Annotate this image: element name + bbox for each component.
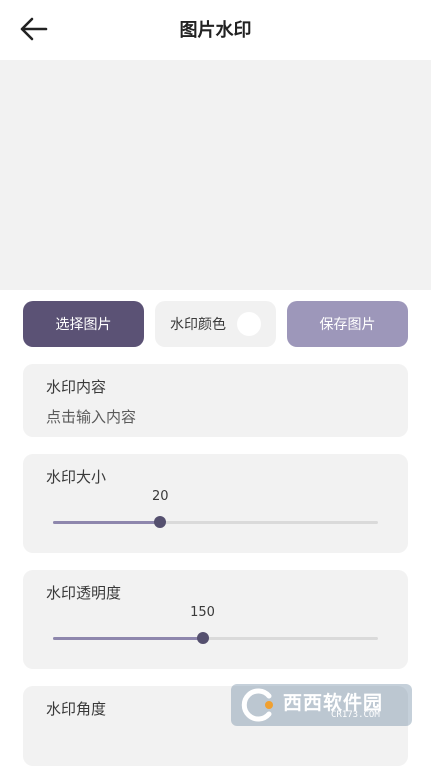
site-watermark-subtext: CR173.COM <box>331 710 380 720</box>
watermark-color-label: 水印颜色 <box>170 317 226 333</box>
slider-thumb[interactable] <box>196 632 209 644</box>
watermark-opacity-slider[interactable]: 150 <box>53 605 378 651</box>
slider-thumb[interactable] <box>154 516 167 528</box>
select-image-label: 选择图片 <box>55 317 112 333</box>
watermark-opacity-label: 水印透明度 <box>46 584 122 602</box>
watermark-color-button[interactable]: 水印颜色 <box>155 301 276 347</box>
watermark-content-input[interactable]: 点击输入内容 <box>46 406 136 427</box>
site-watermark-logo: 西西软件园 CR173.COM <box>231 684 412 726</box>
watermark-size-label: 水印大小 <box>46 468 107 486</box>
image-preview-area[interactable] <box>0 60 431 290</box>
slider-value: 150 <box>190 605 215 620</box>
save-image-button[interactable]: 保存图片 <box>287 301 408 347</box>
watermark-opacity-card: 水印透明度 150 <box>23 570 408 669</box>
page-title: 图片水印 <box>179 20 252 41</box>
slider-value: 20 <box>151 489 169 504</box>
app-header: 图片水印 <box>0 0 431 60</box>
site-logo-icon <box>241 688 273 722</box>
slider-fill <box>53 637 203 640</box>
watermark-angle-label: 水印角度 <box>46 700 107 718</box>
slider-fill <box>53 521 161 524</box>
watermark-content-label: 水印内容 <box>46 378 107 396</box>
watermark-size-slider[interactable]: 20 <box>53 489 378 535</box>
select-image-button[interactable]: 选择图片 <box>23 301 144 347</box>
save-image-label: 保存图片 <box>319 317 376 333</box>
color-swatch[interactable] <box>237 312 261 336</box>
watermark-content-card: 水印内容 点击输入内容 <box>23 364 408 437</box>
watermark-size-card: 水印大小 20 <box>23 454 408 553</box>
